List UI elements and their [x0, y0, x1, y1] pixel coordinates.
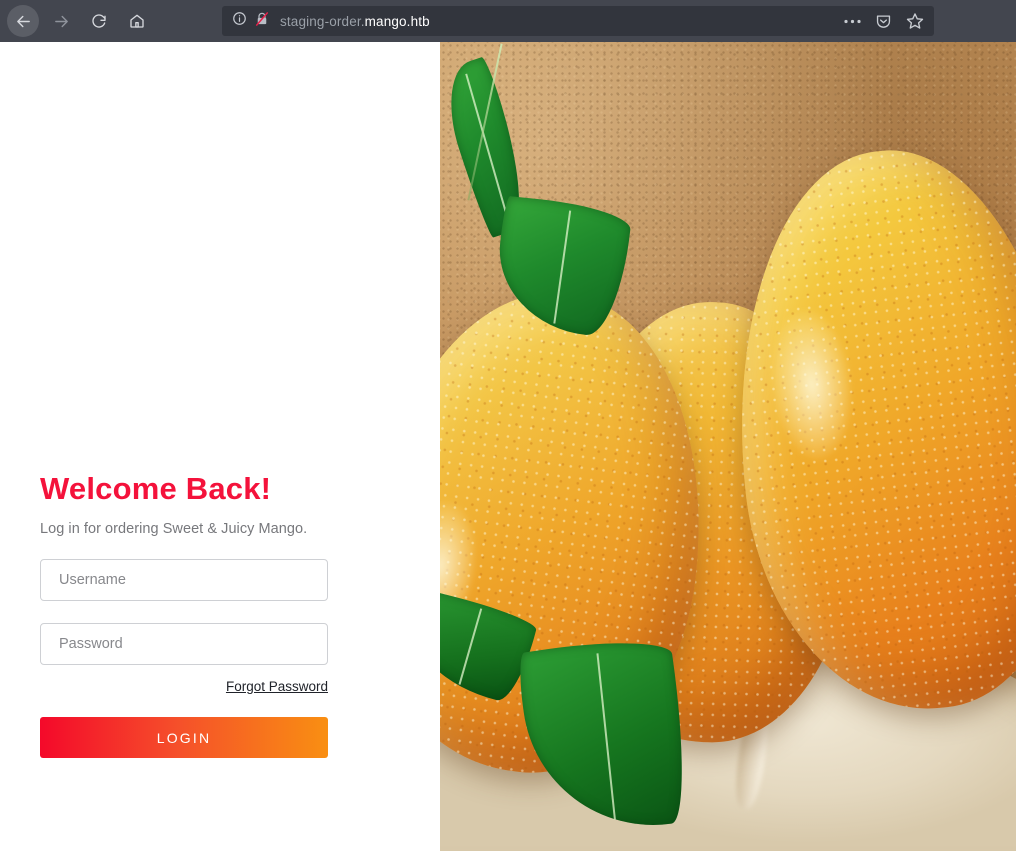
home-button[interactable] — [121, 5, 153, 37]
forgot-password-row: Forgot Password — [40, 678, 328, 696]
back-button[interactable] — [7, 5, 39, 37]
url-text[interactable]: staging-order.mango.htb — [280, 14, 844, 29]
info-circle-icon[interactable] — [232, 11, 247, 31]
forward-arrow-icon — [53, 13, 70, 30]
url-bar-actions — [844, 12, 926, 30]
home-icon — [129, 13, 145, 29]
ellipsis-icon[interactable] — [844, 19, 861, 24]
url-identity-box[interactable] — [232, 11, 270, 32]
reload-button[interactable] — [83, 5, 115, 37]
page-subtitle: Log in for ordering Sweet & Juicy Mango. — [40, 521, 308, 538]
lock-crossed-out-icon[interactable] — [254, 11, 270, 32]
url-bar[interactable]: staging-order.mango.htb — [222, 6, 934, 36]
page-title: Welcome Back! — [40, 471, 272, 506]
login-panel: Welcome Back! Log in for ordering Sweet … — [0, 42, 440, 851]
password-input[interactable] — [40, 623, 328, 666]
star-icon[interactable] — [906, 12, 924, 30]
browser-toolbar: staging-order.mango.htb — [0, 0, 1016, 42]
username-input[interactable] — [40, 559, 328, 602]
page-content: Welcome Back! Log in for ordering Sweet … — [0, 42, 1016, 851]
forward-button[interactable] — [45, 5, 77, 37]
back-arrow-icon — [15, 13, 32, 30]
password-field-wrapper — [40, 623, 330, 666]
login-form: Welcome Back! Log in for ordering Sweet … — [40, 471, 330, 759]
url-domain: mango.htb — [364, 13, 430, 29]
url-subdomain: staging-order. — [280, 13, 365, 29]
hero-image — [440, 42, 1016, 851]
navigation-buttons — [0, 0, 156, 42]
username-field-wrapper — [40, 559, 330, 602]
pocket-icon[interactable] — [875, 13, 892, 30]
reload-icon — [91, 13, 107, 29]
login-button[interactable]: LOGIN — [40, 717, 328, 759]
forgot-password-link[interactable]: Forgot Password — [226, 679, 328, 694]
